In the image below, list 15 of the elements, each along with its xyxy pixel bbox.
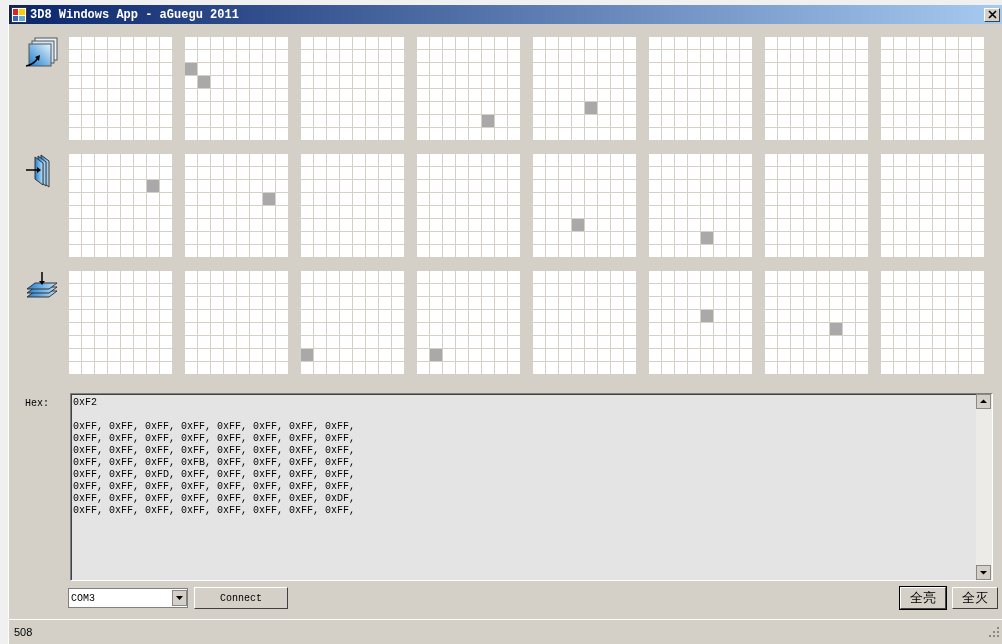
scroll-up-icon[interactable]: [976, 394, 991, 409]
hex-text: 0xF2 0xFF, 0xFF, 0xFF, 0xFF, 0xFF, 0xFF, 0xFF, 0xFF, 0xFF, 0xFF, 0xFF, 0xFF, 0xFF, 0xFF, 0xFF, 0xFF, 0xFF, 0xFF, 0xFF, 0xFF, 0xFF, 0xFF, 0xFF, 0xFF, 0xFF, 0xFF, 0xFF, 0xFB, 0xFF, 0xFF, 0xFF, 0xFF, 0xFF, 0xFF, 0xFD, 0xFF, 0xFF, 0xFF, 0xFF, 0xFF, 0xFF, 0xFF, 0xFF, 0xFF, 0xFF, 0xFF, 0xFF, 0xFF, 0xFF, 0xFF, 0xFF, 0xFF, 0xFF, 0xFF, 0xEF, 0xDF, 0xFF, 0xFF, 0xFF, 0xFF, 0xFF, 0xFF, 0xFF, 0xFF,: [72, 396, 357, 518]
scrollbar[interactable]: [976, 394, 992, 580]
status-text: 508: [14, 626, 33, 638]
resize-grip-icon[interactable]: [988, 626, 1000, 638]
scroll-down-icon[interactable]: [976, 565, 991, 580]
port-dropdown[interactable]: COM3: [68, 588, 188, 608]
close-icon: [987, 10, 997, 19]
led-toggle-button[interactable]: 全亮: [900, 587, 946, 609]
connect-button[interactable]: Connect: [194, 587, 288, 609]
hex-label: Hex:: [24, 397, 50, 411]
hex-text-area[interactable]: [70, 393, 993, 581]
close-button[interactable]: [984, 7, 1000, 22]
window-title: 3D8 Windows App - aGuegu 2011: [30, 7, 240, 22]
led-toggle-button[interactable]: 全灭: [952, 587, 998, 609]
